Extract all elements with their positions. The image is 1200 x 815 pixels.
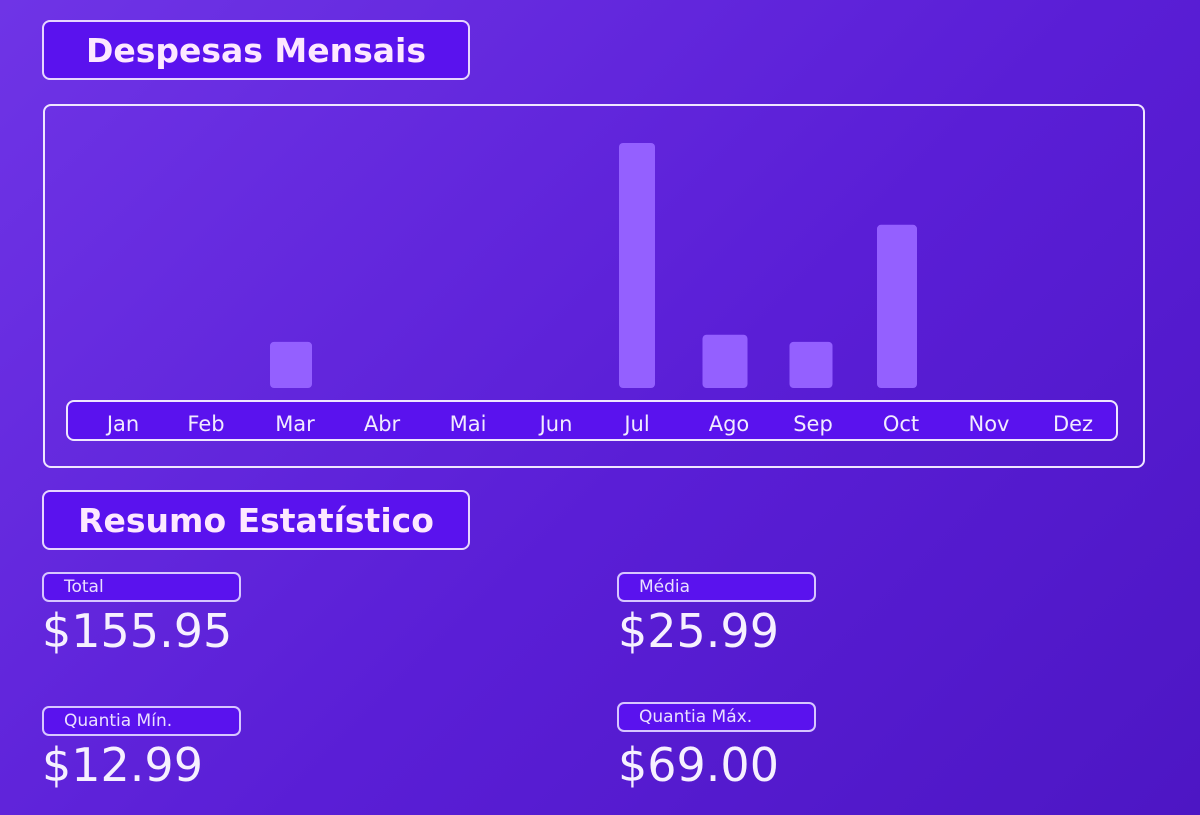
max-amount-label: Quantia Máx. [617,702,816,732]
total-label: Total [42,572,241,602]
bar-oct [877,224,917,388]
bar-mar [270,341,312,388]
month-axis: Jan Feb Mar Abr Mai Jun Jul Ago Sep Oct … [66,400,1118,441]
tick-label-feb: Feb [187,412,225,436]
stats-title: Resumo Estatístico [42,490,470,550]
tick-label-dez: Dez [1052,412,1094,436]
min-amount-value: $12.99 [42,738,203,792]
tick-label-oct: Oct [882,412,920,436]
tick-label-mai: Mai [449,412,487,436]
bar-jul [619,143,655,388]
bar-ago [702,334,748,388]
tick-label-jan: Jan [106,412,140,436]
tick-label-abr: Abr [363,412,401,436]
tick-label-nov: Nov [968,412,1010,436]
average-label: Média [617,572,816,602]
total-value: $155.95 [42,604,233,658]
min-amount-label: Quantia Mín. [42,706,241,736]
max-amount-value: $69.00 [618,738,779,792]
tick-label-ago: Ago [708,412,750,436]
average-value: $25.99 [618,604,779,658]
tick-label-mar: Mar [275,412,315,436]
tick-label-jul: Jul [624,412,650,436]
bar-sep [789,341,833,388]
tick-label-sep: Sep [793,412,833,436]
tick-label-jun: Jun [539,412,573,436]
